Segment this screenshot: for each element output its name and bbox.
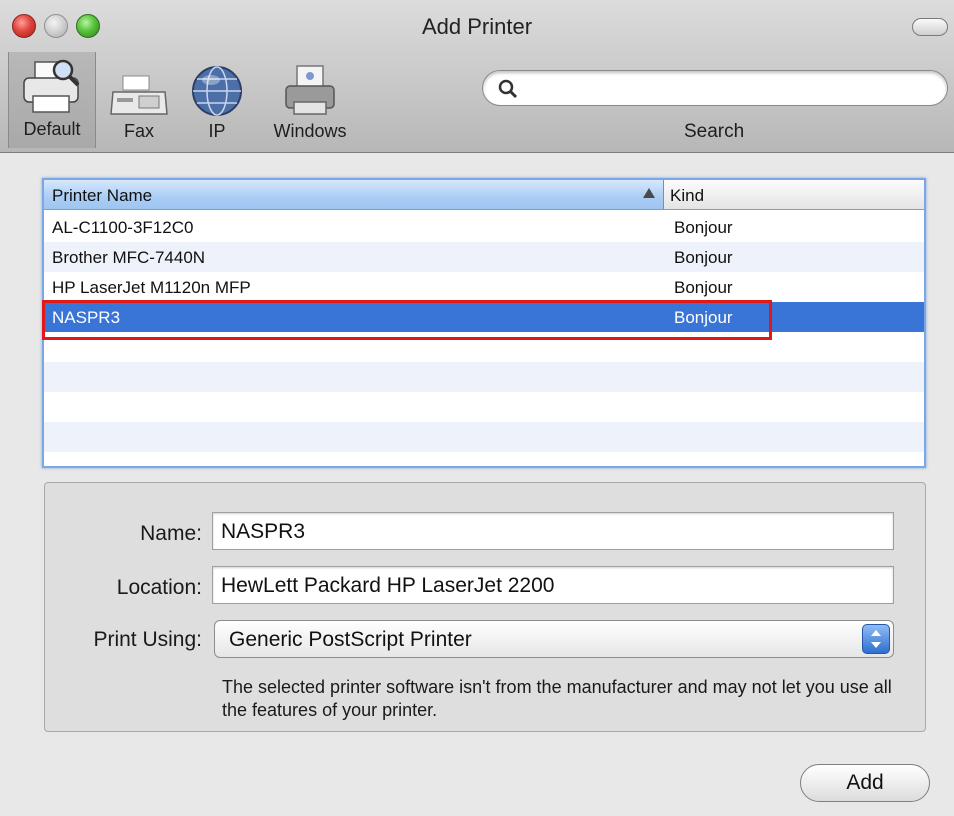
popup-arrows-icon xyxy=(862,624,890,654)
toolbar-default-button[interactable]: Default xyxy=(8,52,96,148)
printer-kind: Bonjour xyxy=(674,218,733,237)
add-button[interactable]: Add xyxy=(800,764,930,802)
toolbar-windows-button[interactable]: Windows xyxy=(262,56,358,142)
empty-row xyxy=(44,422,924,452)
toolbar-windows-label: Windows xyxy=(273,121,347,141)
window-toolbar: Add Printer Default Fax IP Windows Searc… xyxy=(0,0,954,153)
empty-row xyxy=(44,362,924,392)
location-field[interactable]: HewLett Packard HP LaserJet 2200 xyxy=(212,566,894,604)
column-header-kind[interactable]: Kind xyxy=(664,180,924,210)
toolbar-ip-label: IP xyxy=(208,121,226,141)
name-label: Name: xyxy=(140,522,202,545)
toolbar-toggle-button[interactable] xyxy=(912,18,948,36)
printer-row[interactable]: HP LaserJet M1120n MFP Bonjour xyxy=(44,272,924,302)
sort-ascending-icon xyxy=(643,188,655,198)
printer-name: Brother MFC-7440N xyxy=(52,248,206,267)
toolbar-ip-button[interactable]: IP xyxy=(184,56,250,142)
printer-kind: Bonjour xyxy=(674,248,733,267)
printer-kind: Bonjour xyxy=(674,278,733,297)
location-label: Location: xyxy=(116,576,202,599)
fax-icon xyxy=(110,75,168,115)
empty-row xyxy=(44,392,924,422)
search-label: Search xyxy=(684,121,745,142)
windows-printer-icon xyxy=(285,65,335,115)
column-header-kind-label: Kind xyxy=(670,186,705,205)
name-field[interactable]: NASPR3 xyxy=(212,512,894,550)
toolbar-fax-label: Fax xyxy=(123,121,154,141)
toolbar-fax-button[interactable]: Fax xyxy=(104,56,174,142)
printer-icon xyxy=(23,59,80,113)
search-input[interactable] xyxy=(523,76,927,102)
printer-row[interactable]: Brother MFC-7440N Bonjour xyxy=(44,242,924,272)
location-value: HewLett Packard HP LaserJet 2200 xyxy=(221,574,555,597)
selection-highlight-box xyxy=(42,300,772,340)
window-title: Add Printer xyxy=(421,14,533,39)
globe-icon xyxy=(192,66,242,116)
print-using-label: Print Using: xyxy=(93,628,202,651)
print-using-popup[interactable]: Generic PostScript Printer xyxy=(214,620,894,658)
printer-name: HP LaserJet M1120n MFP xyxy=(52,278,251,297)
driver-warning-text: The selected printer software isn't from… xyxy=(222,677,892,720)
print-using-value: Generic PostScript Printer xyxy=(229,628,472,651)
search-icon xyxy=(498,79,518,99)
name-value: NASPR3 xyxy=(221,520,306,543)
column-header-printer-name[interactable]: Printer Name xyxy=(44,180,664,210)
column-header-printer-name-label: Printer Name xyxy=(52,186,153,205)
printer-name: AL-C1100-3F12C0 xyxy=(52,218,194,237)
printer-row[interactable]: AL-C1100-3F12C0 Bonjour xyxy=(44,212,924,242)
search-field[interactable] xyxy=(482,70,948,106)
printer-list-header: Printer Name Kind xyxy=(44,180,924,210)
toolbar-default-label: Default xyxy=(23,119,81,139)
